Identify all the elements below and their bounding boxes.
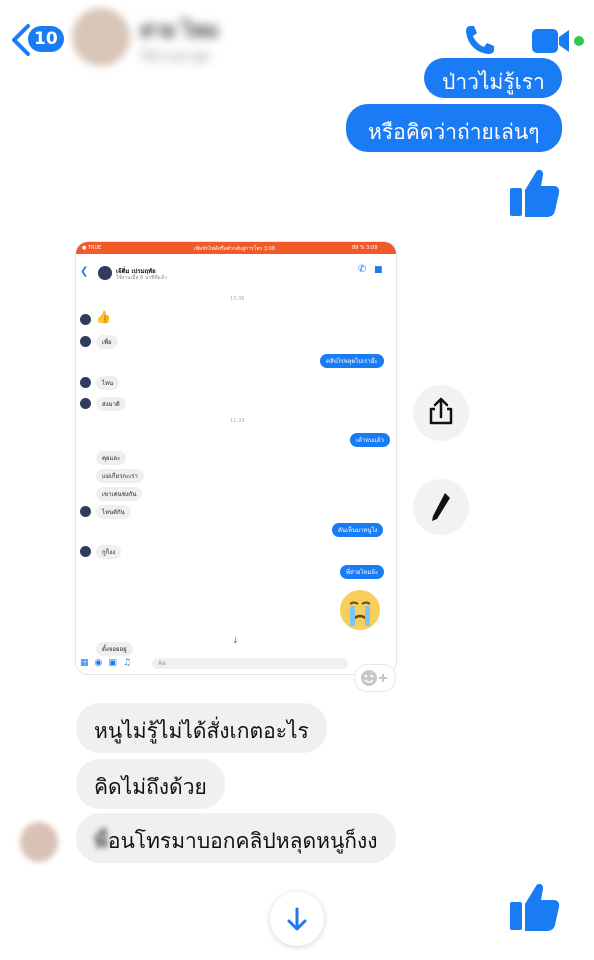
message-bubble-incoming: ไหน	[96, 376, 120, 390]
share-button[interactable]	[413, 385, 469, 441]
message-bubble-outgoing[interactable]: หรือคิดว่าถ่ายเล่นๆ	[346, 104, 562, 152]
message-bubble-incoming[interactable]: หนูไม่รู้ไม่ได้สั่งเกตอะไร	[76, 703, 327, 753]
unread-count-badge[interactable]: 10	[28, 26, 64, 52]
thumbs-up-icon: 👍	[96, 310, 111, 324]
phone-icon[interactable]	[460, 20, 500, 60]
message-bubble-incoming: แม่เกี่ยวกะเรา	[96, 469, 144, 483]
composer-icons: ▦◉▣♫	[80, 658, 137, 668]
message-bubble-outgoing: พี่ถ่ายไหมอ้ะ	[340, 565, 385, 579]
avatar	[98, 266, 112, 280]
message-bubble-incoming: เขาเค่นช่งกัน	[96, 487, 143, 501]
message-bubble-incoming[interactable]: พื่อนโทรมาบอกคลิปหลุดหนูก็งง	[76, 813, 396, 863]
avatar	[80, 546, 91, 557]
contact-status: ใช้งานเมื่อ 6 นาทีที่แล้ว	[116, 275, 167, 281]
thumbs-up-icon[interactable]	[508, 166, 560, 220]
contact-avatar[interactable]	[72, 8, 130, 66]
message-bubble-outgoing: เค้าลบแล้ว	[350, 433, 390, 447]
crying-emoji-sticker	[338, 588, 382, 632]
message-bubble-outgoing: คลิปไรหลุดไปเราอ๊ะ	[320, 354, 384, 368]
contact-name[interactable]: สาย ไหม	[140, 14, 219, 46]
pencil-icon	[432, 493, 450, 521]
message-text: ่อนโทรมาบอกคลิปหลุดหนูก็งง	[107, 829, 378, 853]
shared-screenshot-image[interactable]: ● TRUE เพิ่มทักไฟล์หรือตัวกลับสู่การโทร …	[76, 242, 396, 674]
video-camera-icon: ■	[374, 265, 383, 275]
edit-button[interactable]	[413, 479, 469, 535]
arrow-down-icon	[287, 907, 307, 931]
sender-avatar[interactable]	[20, 822, 58, 862]
avatar	[80, 314, 91, 325]
message-bubble-incoming: เพื่อ	[96, 335, 118, 349]
avatar	[80, 506, 91, 517]
message-bubble-incoming: ดั้งจอยอยู่	[96, 642, 133, 656]
timestamp: 13:36	[230, 296, 245, 302]
message-bubble-incoming: คุยและ	[96, 451, 127, 465]
message-composer: Aa	[152, 658, 348, 669]
back-chevron-icon: ❮	[80, 266, 89, 277]
avatar	[80, 398, 91, 409]
scroll-down-button[interactable]	[270, 892, 324, 946]
thumbs-up-icon[interactable]	[508, 880, 560, 934]
avatar	[80, 377, 91, 388]
share-icon	[429, 397, 453, 425]
message-bubble-incoming: ส่งมาดิ	[96, 397, 126, 411]
status-bar-right: 89 % 3:08	[352, 245, 378, 251]
avatar	[80, 336, 91, 347]
status-bar-center: เพิ่มทักไฟล์หรือตัวกลับสู่การโทร 3:08	[194, 246, 276, 252]
composer-placeholder: Aa	[158, 660, 166, 667]
status-bar: ● TRUE เพิ่มทักไฟล์หรือตัวกลับสู่การโทร …	[76, 242, 396, 254]
phone-icon: ✆	[358, 264, 367, 275]
message-bubble-incoming[interactable]: คิดไม่ถึงด้วย	[76, 759, 225, 809]
message-bubble-incoming: ไหนดักัน	[96, 505, 131, 519]
timestamp: 11:33	[230, 418, 245, 424]
message-bubble-outgoing[interactable]: ป่าวไม่รู้เรา	[424, 58, 562, 98]
add-reaction-icon[interactable]	[354, 664, 396, 692]
arrow-down-icon: ↓	[232, 636, 239, 645]
video-camera-icon[interactable]	[528, 24, 588, 58]
status-bar-left: ● TRUE	[82, 245, 102, 251]
contact-status: ใช้งานล่าสุด	[140, 50, 210, 65]
message-bubble-outgoing: ดันเห็นมาหนูไง	[332, 523, 384, 537]
blurred-text: พื	[94, 829, 108, 853]
message-bubble-incoming: กูก็งง	[96, 545, 122, 559]
